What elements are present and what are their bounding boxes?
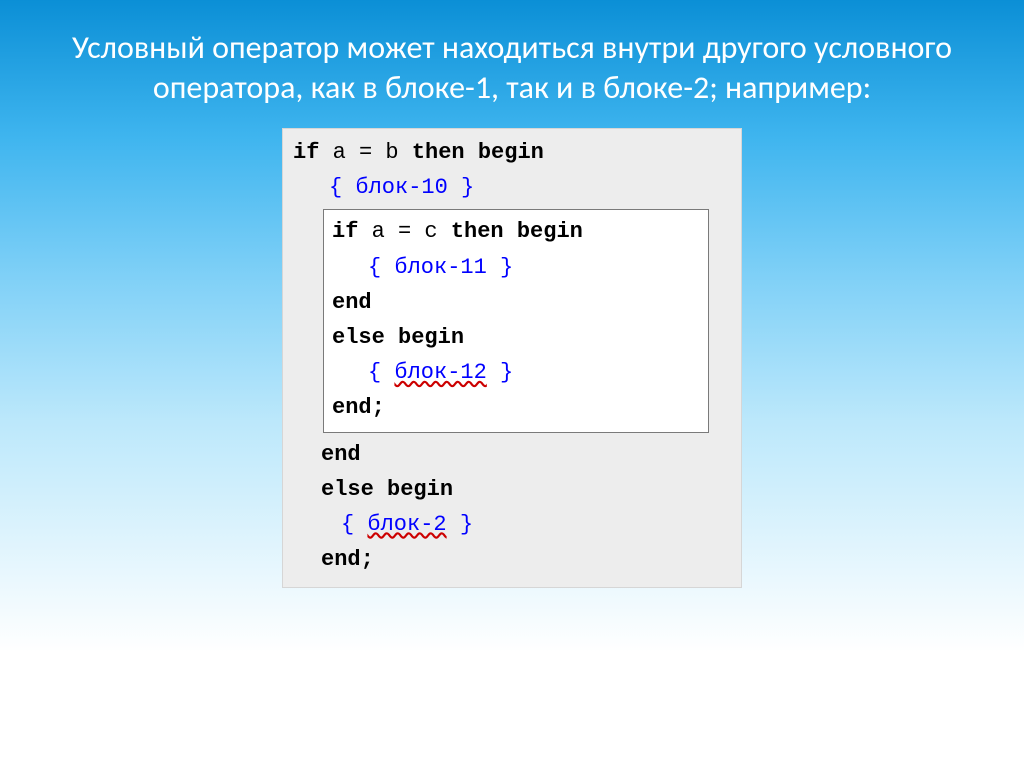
keyword-end: end; [321, 547, 374, 572]
keyword-else: else [321, 477, 374, 502]
var-a: a [372, 219, 385, 244]
code-line: end [293, 437, 733, 472]
keyword-if: if [332, 219, 358, 244]
keyword-begin: begin [387, 477, 453, 502]
code-line: { блок-10 } [293, 170, 733, 205]
code-line: end; [293, 542, 733, 577]
keyword-end: end [332, 290, 372, 315]
comment-close: } [447, 512, 473, 537]
op-eq: = [359, 140, 372, 165]
keyword-begin: begin [478, 140, 544, 165]
code-line: else begin [332, 320, 700, 355]
comment-open: { [368, 255, 394, 280]
code-line: { блок-2 } [293, 507, 733, 542]
op-eq: = [398, 219, 411, 244]
comment-text: блок-10 [355, 175, 447, 200]
comment-text: блок-11 [394, 255, 486, 280]
code-line: end; [332, 390, 700, 425]
comment-open: { [329, 175, 355, 200]
code-line: if a = b then begin [293, 135, 733, 170]
code-block-inner: if a = c then begin { блок-11 } end else… [323, 209, 709, 432]
code-line: { блок-11 } [332, 250, 700, 285]
comment-open: { [368, 360, 394, 385]
code-block-outer: if a = b then begin { блок-10 } if a = c… [282, 128, 742, 588]
code-line: else begin [293, 472, 733, 507]
keyword-then: then [412, 140, 465, 165]
comment-close: } [448, 175, 474, 200]
keyword-end: end; [332, 395, 385, 420]
keyword-begin: begin [517, 219, 583, 244]
slide-title: Условный оператор может находиться внутр… [42, 28, 982, 108]
code-line: { блок-12 } [332, 355, 700, 390]
keyword-begin: begin [398, 325, 464, 350]
keyword-if: if [293, 140, 319, 165]
keyword-end: end [321, 442, 361, 467]
var-a: a [333, 140, 346, 165]
code-line: end [332, 285, 700, 320]
comment-text: блок-2 [367, 512, 446, 537]
var-b: b [385, 140, 398, 165]
comment-close: } [487, 360, 513, 385]
var-c: c [424, 219, 437, 244]
comment-close: } [487, 255, 513, 280]
slide: Условный оператор может находиться внутр… [0, 0, 1024, 767]
comment-open: { [341, 512, 367, 537]
code-line: if a = c then begin [332, 214, 700, 249]
comment-text: блок-12 [394, 360, 486, 385]
keyword-then: then [451, 219, 504, 244]
keyword-else: else [332, 325, 385, 350]
